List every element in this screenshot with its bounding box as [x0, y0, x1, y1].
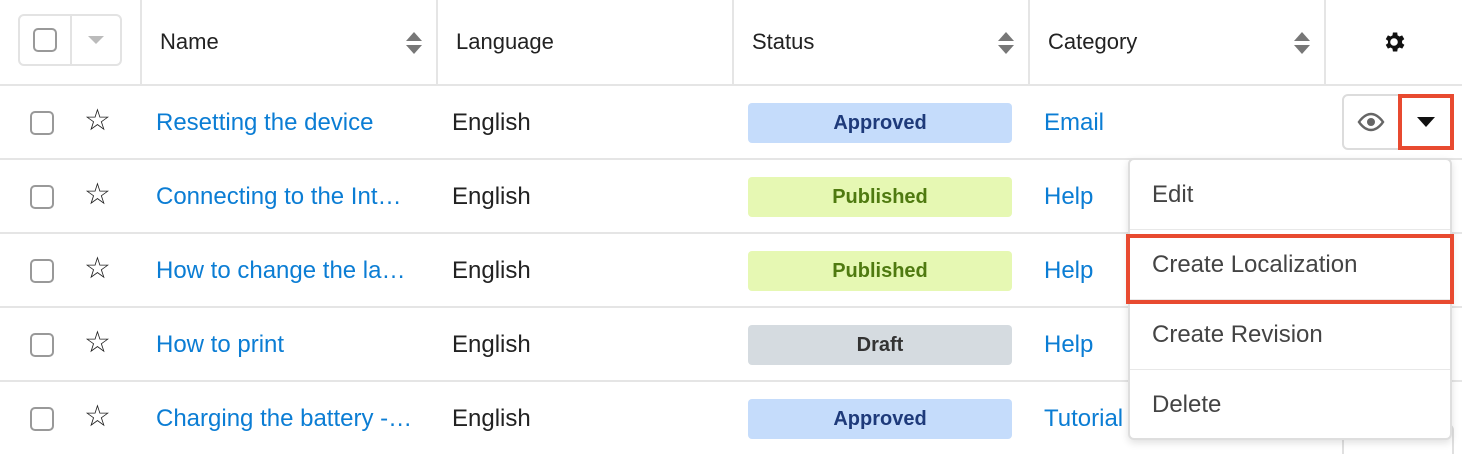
- row-checkbox[interactable]: [30, 111, 54, 135]
- record-name-link[interactable]: Charging the battery -…: [156, 382, 418, 454]
- record-language: English: [452, 257, 531, 284]
- chevron-down-icon: [88, 36, 104, 44]
- record-category-link[interactable]: Email: [1044, 86, 1244, 160]
- menu-item-delete[interactable]: Delete: [1130, 370, 1450, 440]
- column-settings[interactable]: [1326, 0, 1462, 84]
- row-checkbox[interactable]: [30, 333, 54, 357]
- status-badge: Published: [748, 177, 1012, 217]
- preview-button[interactable]: [1342, 94, 1400, 150]
- row-checkbox[interactable]: [30, 185, 54, 209]
- record-language: English: [452, 331, 531, 358]
- row-actions-dropdown-button[interactable]: [1398, 94, 1454, 150]
- select-all-wrapper[interactable]: [20, 16, 72, 64]
- record-name-link[interactable]: Resetting the device: [156, 86, 418, 160]
- sort-icon[interactable]: [1294, 32, 1310, 54]
- sort-icon[interactable]: [406, 32, 422, 54]
- status-badge: Draft: [748, 325, 1012, 365]
- column-header-language[interactable]: Language: [438, 0, 734, 84]
- record-status: Approved: [748, 86, 1012, 160]
- record-status: Published: [748, 234, 1012, 308]
- star-icon[interactable]: ☆: [84, 328, 111, 358]
- status-badge: Published: [748, 251, 1012, 291]
- record-status: Approved: [748, 382, 1012, 454]
- row-actions: [1342, 94, 1454, 150]
- record-language: English: [452, 183, 531, 210]
- star-icon[interactable]: ☆: [84, 106, 111, 136]
- mass-select-control[interactable]: [18, 14, 122, 66]
- menu-item-edit[interactable]: Edit: [1130, 160, 1450, 230]
- status-badge: Approved: [748, 399, 1012, 439]
- status-badge: Approved: [748, 103, 1012, 143]
- row-actions-menu: Edit Create Localization Create Revision…: [1128, 158, 1452, 440]
- caret-down-icon: [1417, 117, 1435, 127]
- gear-icon[interactable]: [1381, 29, 1407, 55]
- column-label: Language: [456, 29, 554, 54]
- select-all-checkbox[interactable]: [33, 28, 57, 52]
- row-checkbox[interactable]: [30, 407, 54, 431]
- star-icon[interactable]: ☆: [84, 180, 111, 210]
- record-status: Draft: [748, 308, 1012, 382]
- record-language: English: [452, 405, 531, 432]
- column-header-status[interactable]: Status: [734, 0, 1030, 84]
- sort-icon[interactable]: [998, 32, 1014, 54]
- table-header: Name Language Status Category: [0, 0, 1462, 86]
- eye-icon: [1357, 112, 1385, 132]
- column-label: Status: [752, 29, 815, 54]
- record-name-link[interactable]: Connecting to the Int…: [156, 160, 418, 234]
- record-language: English: [452, 109, 531, 136]
- menu-item-create-localization[interactable]: Create Localization: [1130, 230, 1450, 300]
- record-name-link[interactable]: How to print: [156, 308, 418, 382]
- star-icon[interactable]: ☆: [84, 254, 111, 284]
- star-icon[interactable]: ☆: [84, 402, 111, 432]
- menu-item-create-revision[interactable]: Create Revision: [1130, 300, 1450, 370]
- column-label: Category: [1048, 29, 1138, 54]
- row-checkbox[interactable]: [30, 259, 54, 283]
- record-status: Published: [748, 160, 1012, 234]
- column-header-name[interactable]: Name: [142, 0, 438, 84]
- column-header-category[interactable]: Category: [1030, 0, 1326, 84]
- column-label: Name: [160, 29, 219, 54]
- table-row: ☆ Resetting the device English Approved …: [0, 86, 1462, 160]
- record-name-link[interactable]: How to change the la…: [156, 234, 418, 308]
- mass-actions-dropdown[interactable]: [72, 16, 120, 64]
